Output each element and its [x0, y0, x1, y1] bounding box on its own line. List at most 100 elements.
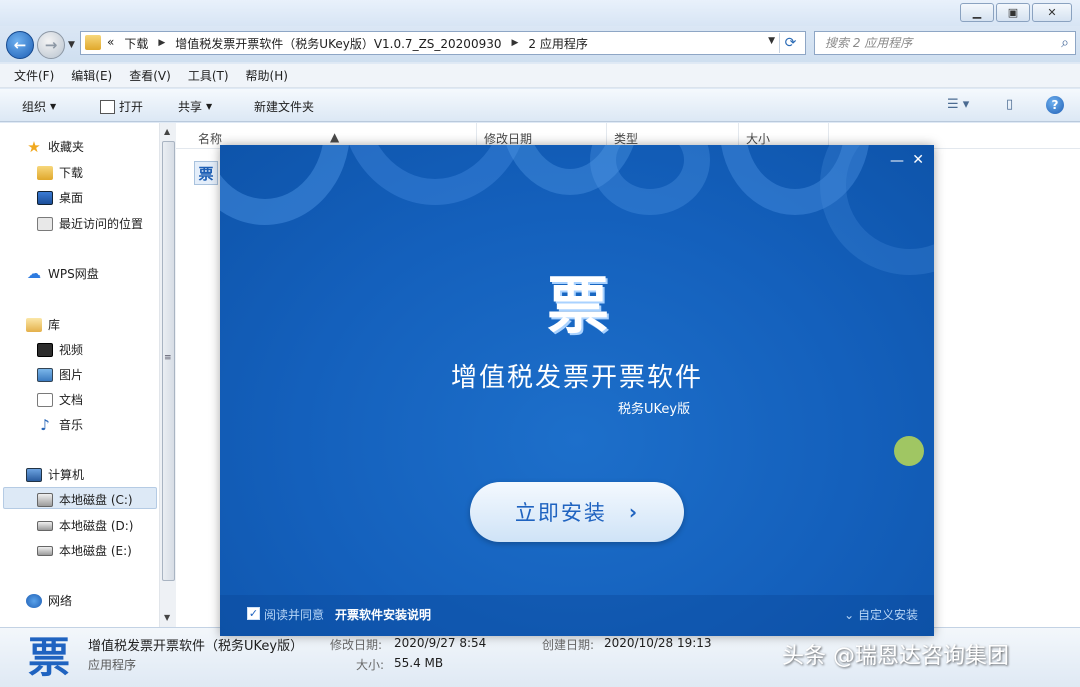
- organize-button[interactable]: 组织 ▼: [22, 98, 56, 115]
- document-icon: [37, 392, 53, 407]
- nav-wps[interactable]: ☁ WPS网盘: [26, 265, 99, 282]
- breadcrumb-separator-icon[interactable]: ▶: [158, 35, 165, 52]
- share-button[interactable]: 共享 ▼: [178, 98, 212, 115]
- installer-title: 增值税发票开票软件: [450, 363, 703, 393]
- refresh-icon[interactable]: ⟳: [779, 33, 801, 53]
- nav-desktop[interactable]: 桌面: [37, 189, 83, 206]
- nav-downloads[interactable]: 下载: [37, 164, 83, 181]
- nav-network[interactable]: 网络: [26, 592, 72, 609]
- installer-minimize-icon[interactable]: —: [890, 153, 904, 169]
- nav-recent[interactable]: 最近访问的位置: [37, 215, 143, 232]
- setup-file-icon[interactable]: 票: [194, 161, 218, 185]
- installer-footer: [220, 595, 934, 636]
- navigation-pane: ★ 收藏夹 下载 桌面 最近访问的位置 ☁ WPS网盘 库 视频 图片 文档 ♪…: [0, 123, 176, 627]
- preview-pane-icon[interactable]: ▯: [1006, 97, 1013, 112]
- breadcrumb-separator-icon[interactable]: ▶: [511, 35, 518, 52]
- back-button[interactable]: ←: [6, 31, 34, 59]
- nav-music-label: 音乐: [59, 418, 84, 432]
- chevron-down-icon: ⌄: [844, 608, 858, 622]
- app-logo: 票: [546, 269, 609, 342]
- details-modified-label: 修改日期:: [330, 638, 383, 652]
- agree-text: 阅读并同意: [264, 608, 325, 622]
- details-file-name: 增值税发票开票软件（税务UKey版）: [88, 639, 304, 654]
- agree-checkbox[interactable]: ✓: [247, 607, 260, 620]
- open-label: 打开: [119, 100, 144, 114]
- open-icon: [100, 99, 115, 114]
- recent-pages-dropdown[interactable]: ▼: [68, 40, 75, 50]
- nav-music[interactable]: ♪ 音乐: [37, 416, 83, 433]
- nav-libraries[interactable]: 库: [26, 316, 60, 333]
- nav-favorites[interactable]: ★ 收藏夹: [26, 138, 84, 155]
- menu-edit[interactable]: 编辑(E): [71, 67, 112, 84]
- drive-icon: [37, 545, 53, 556]
- scroll-up-icon[interactable]: ▲: [164, 127, 170, 136]
- help-icon[interactable]: ?: [1046, 96, 1064, 114]
- scroll-down-icon[interactable]: ▼: [164, 613, 170, 622]
- nav-videos-label: 视频: [59, 343, 84, 357]
- star-icon: ★: [27, 137, 41, 156]
- chevron-down-icon: ▼: [206, 102, 213, 111]
- menu-file[interactable]: 文件(F): [14, 67, 54, 84]
- nav-videos[interactable]: 视频: [37, 341, 83, 358]
- menu-help[interactable]: 帮助(H): [246, 67, 288, 84]
- details-created-label: 创建日期:: [542, 638, 595, 652]
- menu-bar: 文件(F) 编辑(E) 查看(V) 工具(T) 帮助(H): [0, 64, 1080, 88]
- nav-drive-c-label: 本地磁盘 (C:): [59, 493, 133, 507]
- install-now-button[interactable]: 立即安装 ›: [470, 482, 684, 542]
- installer-dialog: — ✕ 票 增值税发票开票软件 税务UKey版 立即安装 › ✓ 阅读并同意 开…: [220, 145, 934, 636]
- address-dropdown-icon[interactable]: ▼: [768, 36, 775, 46]
- search-icon[interactable]: ⌕: [1061, 35, 1069, 51]
- maximize-button[interactable]: ▣: [996, 3, 1030, 22]
- chevron-down-icon: ▼: [50, 102, 57, 111]
- nav-pictures[interactable]: 图片: [37, 366, 83, 383]
- folder-icon: [85, 35, 101, 50]
- system-drive-icon: [37, 492, 53, 507]
- breadcrumb-overflow[interactable]: «: [107, 35, 114, 52]
- nav-drive-d-label: 本地磁盘 (D:): [59, 519, 134, 533]
- new-folder-label: 新建文件夹: [254, 100, 315, 114]
- search-box: ⌕: [814, 31, 1076, 55]
- custom-install-button[interactable]: ⌄ 自定义安装: [844, 606, 918, 623]
- nav-scrollbar[interactable]: ▲ ≡ ▼: [159, 123, 176, 627]
- scroll-grip-icon: ≡: [164, 353, 172, 363]
- breadcrumb-downloads[interactable]: 下载: [124, 35, 148, 52]
- breadcrumb-package-folder[interactable]: 增值税发票开票软件（税务UKey版）V1.0.7_ZS_20200930: [175, 35, 501, 52]
- installer-close-icon[interactable]: ✕: [912, 152, 924, 168]
- forward-button[interactable]: →: [37, 31, 65, 59]
- window-controls: ▁ ▣ ✕: [960, 3, 1072, 22]
- background-decoration: [590, 145, 710, 215]
- nav-desktop-label: 桌面: [59, 191, 84, 205]
- menu-tools[interactable]: 工具(T): [188, 67, 229, 84]
- computer-icon: [26, 467, 42, 482]
- open-button[interactable]: 打开: [100, 98, 143, 115]
- details-size-value: 55.4 MB: [394, 656, 444, 670]
- search-input[interactable]: [825, 32, 1055, 54]
- column-name[interactable]: 名称: [198, 130, 222, 147]
- nav-documents[interactable]: 文档: [37, 391, 83, 408]
- desktop-icon: [37, 190, 53, 205]
- details-size-label: 大小:: [356, 658, 385, 672]
- breadcrumb-current-folder[interactable]: 2 应用程序: [528, 35, 587, 52]
- library-icon: [26, 317, 42, 332]
- nav-drive-e[interactable]: 本地磁盘 (E:): [37, 542, 132, 559]
- nav-documents-label: 文档: [59, 393, 84, 407]
- nav-wps-label: WPS网盘: [48, 267, 99, 281]
- cursor-highlight: [894, 436, 924, 466]
- menu-view[interactable]: 查看(V): [129, 67, 171, 84]
- nav-network-label: 网络: [48, 594, 73, 608]
- view-options-icon[interactable]: ☰ ▾: [947, 97, 969, 112]
- minimize-button[interactable]: ▁: [960, 3, 994, 22]
- install-instructions-link[interactable]: 开票软件安装说明: [335, 606, 431, 623]
- close-button[interactable]: ✕: [1032, 3, 1072, 22]
- background-decoration: [340, 145, 530, 205]
- video-icon: [37, 342, 53, 357]
- new-folder-button[interactable]: 新建文件夹: [254, 98, 314, 115]
- address-bar[interactable]: « 下载 ▶ 增值税发票开票软件（税务UKey版）V1.0.7_ZS_20200…: [80, 31, 806, 55]
- watermark: 头条 @瑞恩达咨询集团: [782, 644, 1009, 669]
- nav-drive-d[interactable]: 本地磁盘 (D:): [37, 517, 133, 534]
- nav-drive-e-label: 本地磁盘 (E:): [59, 544, 132, 558]
- install-now-label: 立即安装: [514, 501, 607, 525]
- nav-computer[interactable]: 计算机: [26, 466, 84, 483]
- nav-drive-c[interactable]: 本地磁盘 (C:): [37, 491, 133, 508]
- installer-subtitle: 税务UKey版: [618, 402, 691, 417]
